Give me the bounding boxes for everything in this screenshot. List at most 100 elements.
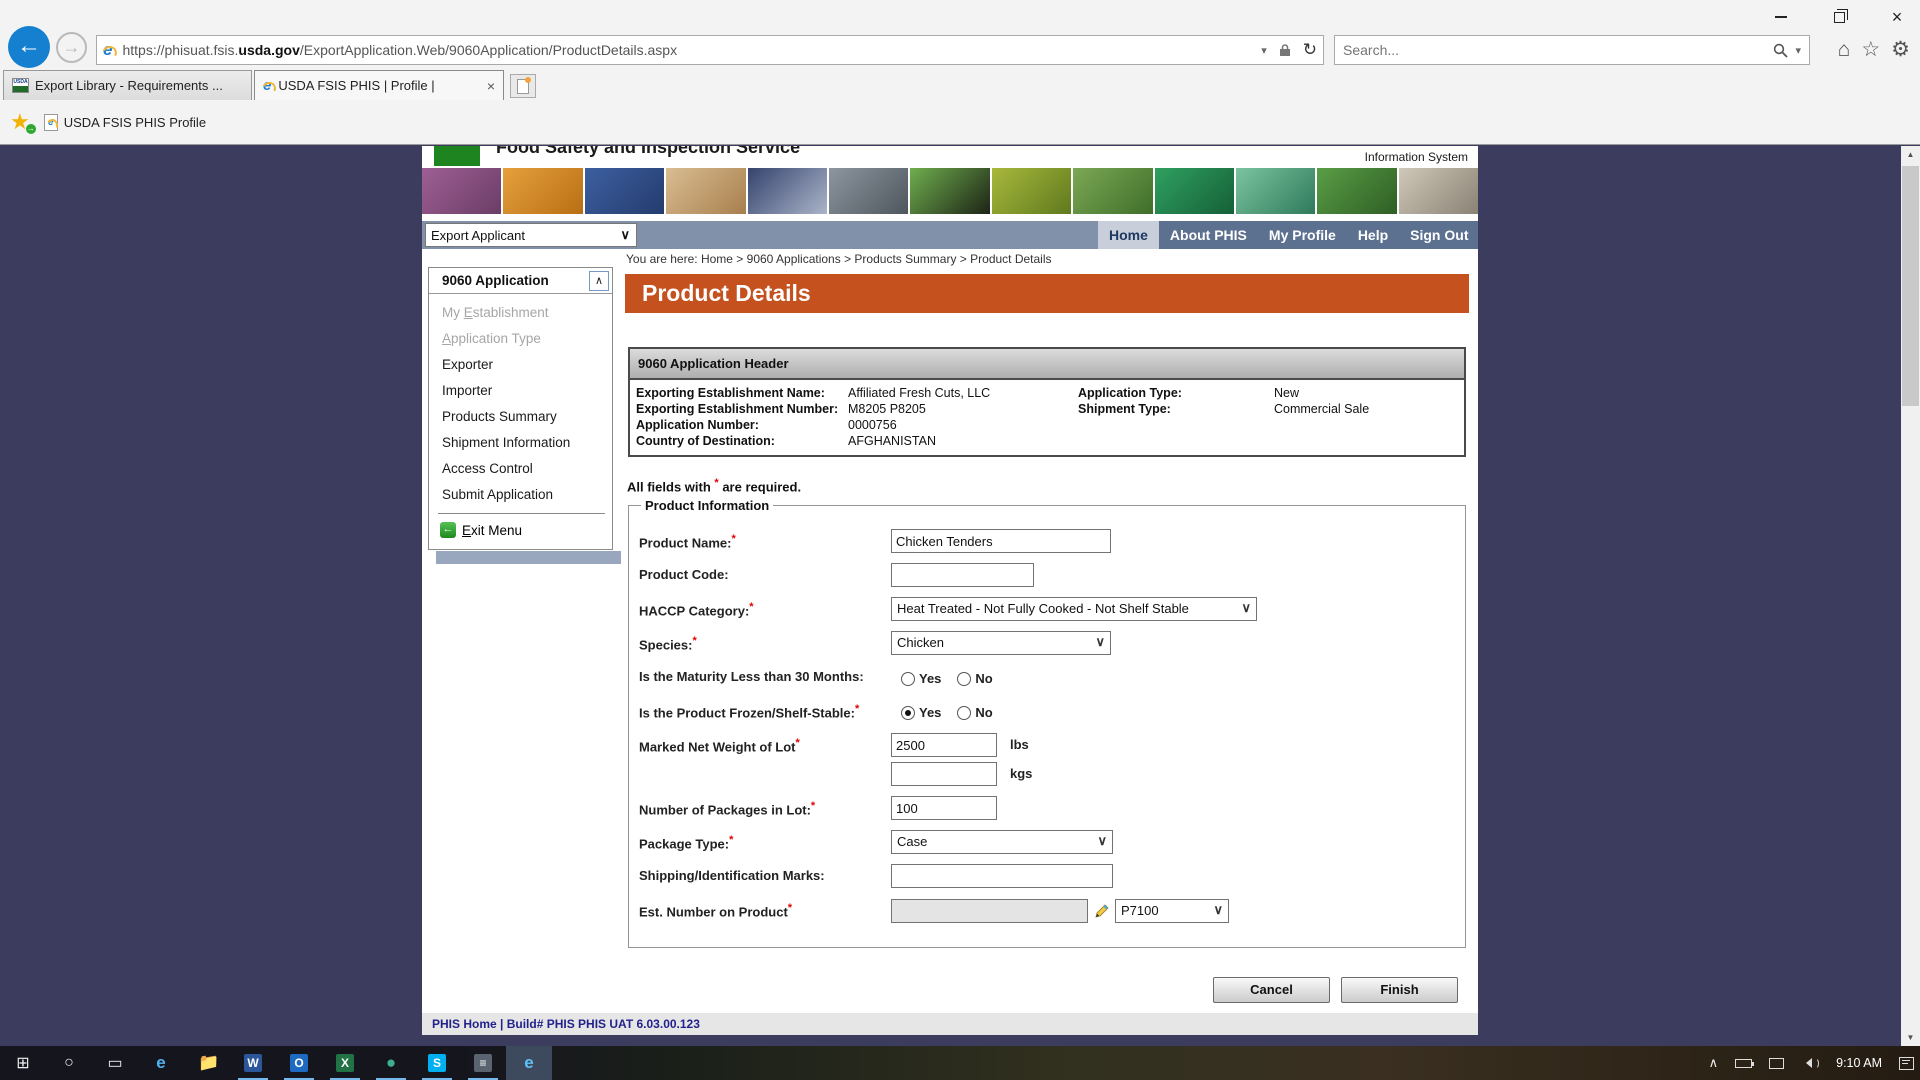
search-input[interactable]	[1343, 42, 1773, 58]
edge-icon[interactable]: e	[138, 1046, 184, 1080]
est-number-select[interactable]: P7100 ∨	[1115, 899, 1229, 923]
shipping-marks-input[interactable]	[891, 864, 1113, 888]
role-selector-dropdown[interactable]: Export Applicant ∨	[425, 223, 637, 247]
tab-export-library[interactable]: USDA Export Library - Requirements ...	[3, 70, 252, 100]
sidebar-item-shipment-information[interactable]: Shipment Information	[442, 435, 570, 450]
header-field-application-number-label: Application Number:	[636, 418, 848, 432]
back-button[interactable]: ←	[8, 26, 50, 68]
breadcrumb-link-9060-applications[interactable]: 9060 Applications	[747, 252, 841, 266]
new-tab-button[interactable]	[510, 74, 536, 98]
banner-photo-6	[829, 168, 908, 214]
ie-icon[interactable]: e	[506, 1046, 552, 1080]
tab-usda-fsis-phis[interactable]: e USDA FSIS PHIS | Profile | ×	[254, 70, 504, 100]
screen: × ← → e https://phisuat.fsis.usda.gov/Ex…	[0, 0, 1920, 1080]
breadcrumb-link-home[interactable]: Home	[701, 252, 733, 266]
cancel-button[interactable]: Cancel	[1213, 977, 1330, 1003]
nav-item-my-profile[interactable]: My Profile	[1258, 221, 1347, 249]
product-name-input[interactable]	[891, 529, 1111, 553]
sphere-app-icon[interactable]: ●	[368, 1046, 414, 1080]
radio-circle-icon[interactable]	[957, 672, 971, 686]
file-explorer-icon[interactable]: 📁	[184, 1046, 230, 1080]
cortana-icon[interactable]: ○	[46, 1046, 92, 1080]
scroll-up-icon[interactable]: ▲	[1901, 146, 1920, 163]
finish-button[interactable]: Finish	[1341, 977, 1458, 1003]
vertical-scrollbar[interactable]: ▲ ▼	[1901, 146, 1920, 1046]
scrollbar-thumb[interactable]	[1902, 166, 1919, 406]
package-type-select[interactable]: Case ∨	[891, 830, 1113, 854]
packages-input[interactable]	[891, 796, 997, 820]
start-icon[interactable]: ⊞	[0, 1046, 46, 1080]
sidebar-item-exporter[interactable]: Exporter	[442, 357, 493, 372]
product-code-input[interactable]	[891, 563, 1034, 587]
search-box[interactable]: ▾	[1334, 35, 1810, 65]
sidebar-item-access-control[interactable]: Access Control	[442, 461, 533, 476]
url-dropdown-icon[interactable]: ▾	[1261, 44, 1267, 57]
exit-back-arrow-icon: ←	[440, 522, 456, 538]
battery-icon[interactable]	[1735, 1059, 1752, 1068]
notes-app-icon[interactable]: ≡	[460, 1046, 506, 1080]
favorites-star-icon[interactable]: ☆	[1861, 37, 1880, 63]
tab-label: USDA FSIS PHIS | Profile |	[278, 78, 480, 93]
refresh-icon[interactable]: ↻	[1303, 40, 1317, 60]
tab-label: Export Library - Requirements ...	[35, 78, 243, 93]
nav-item-sign-out[interactable]: Sign Out	[1399, 221, 1479, 249]
skype-icon[interactable]: S	[414, 1046, 460, 1080]
task-view-icon[interactable]: ▭	[92, 1046, 138, 1080]
notifications-icon[interactable]	[1899, 1057, 1914, 1070]
search-icon[interactable]	[1773, 43, 1788, 58]
haccp-category-select[interactable]: Heat Treated - Not Fully Cooked - Not Sh…	[891, 597, 1257, 621]
settings-gear-icon[interactable]: ⚙	[1891, 37, 1910, 63]
breadcrumb-prefix: You are here:	[626, 252, 701, 266]
favorite-link[interactable]: USDA FSIS PHIS Profile	[64, 115, 206, 130]
notes-app-icon-glyph: ≡	[474, 1054, 492, 1072]
page-title-bar: Product Details	[625, 274, 1469, 313]
sidebar-item-exit-menu[interactable]: ← Exit Menu	[440, 522, 522, 538]
header-field-application-type: Application Type:New	[1078, 386, 1299, 400]
outlook-icon[interactable]: O	[276, 1046, 322, 1080]
ie-icon-glyph: e	[520, 1054, 538, 1072]
word-icon[interactable]: W	[230, 1046, 276, 1080]
forward-button[interactable]: →	[56, 32, 87, 63]
address-bar[interactable]: e https://phisuat.fsis.usda.gov/ExportAp…	[96, 35, 1324, 65]
frozen-radio-no[interactable]: No	[957, 701, 992, 724]
net-weight-lbs-input[interactable]	[891, 733, 997, 757]
clock[interactable]: 9:10 AM	[1836, 1056, 1882, 1070]
sidebar-item-importer[interactable]: Importer	[442, 383, 492, 398]
display-icon[interactable]	[1769, 1058, 1784, 1069]
radio-circle-icon[interactable]	[901, 706, 915, 720]
product-information-fieldset: Product Information Product Name:* Produ…	[628, 498, 1466, 948]
collapse-chevron-icon[interactable]: ∧	[589, 271, 609, 291]
tab-close-icon[interactable]: ×	[487, 78, 495, 94]
maturity-radio-yes[interactable]: Yes	[901, 667, 941, 690]
net-weight-kgs-input[interactable]	[891, 762, 997, 786]
maturity-radio-no[interactable]: No	[957, 667, 992, 690]
add-favorite-icon[interactable]: ★→	[10, 109, 30, 135]
usda-favicon: USDA	[12, 78, 29, 93]
tray-expand-chevron-icon[interactable]: ∧	[1709, 1055, 1719, 1071]
search-dropdown-icon[interactable]: ▾	[1795, 44, 1801, 57]
header-field-exporting-establishment-name-value: Affiliated Fresh Cuts, LLC	[848, 386, 990, 400]
radio-circle-icon[interactable]	[957, 706, 971, 720]
nav-item-help[interactable]: Help	[1347, 221, 1399, 249]
scroll-down-icon[interactable]: ▼	[1901, 1029, 1920, 1046]
required-asterisk: *	[749, 601, 753, 613]
frozen-radio-yes[interactable]: Yes	[901, 701, 941, 724]
sidebar-item-products-summary[interactable]: Products Summary	[442, 409, 557, 424]
header-field-application-type-label: Application Type:	[1078, 386, 1274, 400]
nav-item-home[interactable]: Home	[1098, 221, 1159, 249]
home-icon[interactable]: ⌂	[1838, 37, 1851, 63]
sidebar-item-my-establishment: My Establishment	[442, 305, 549, 320]
breadcrumb-link-products-summary[interactable]: Products Summary	[854, 252, 956, 266]
nav-item-about-phis[interactable]: About PHIS	[1159, 221, 1258, 249]
sidebar-item-submit-application[interactable]: Submit Application	[442, 487, 553, 502]
footer-build-link[interactable]: PHIS Home | Build# PHIS PHIS UAT 6.03.00…	[432, 1017, 700, 1031]
volume-icon[interactable]	[1801, 1058, 1819, 1069]
edit-pencil-icon[interactable]	[1094, 903, 1109, 919]
species-select[interactable]: Chicken ∨	[891, 631, 1111, 655]
field-label	[639, 762, 891, 787]
packages-row: Number of Packages in Lot:*	[639, 796, 1465, 821]
radio-circle-icon[interactable]	[901, 672, 915, 686]
excel-icon[interactable]: X	[322, 1046, 368, 1080]
banner-photo-10	[1155, 168, 1234, 214]
site-nav-menu: HomeAbout PHISMy ProfileHelpSign Out	[1098, 221, 1478, 249]
